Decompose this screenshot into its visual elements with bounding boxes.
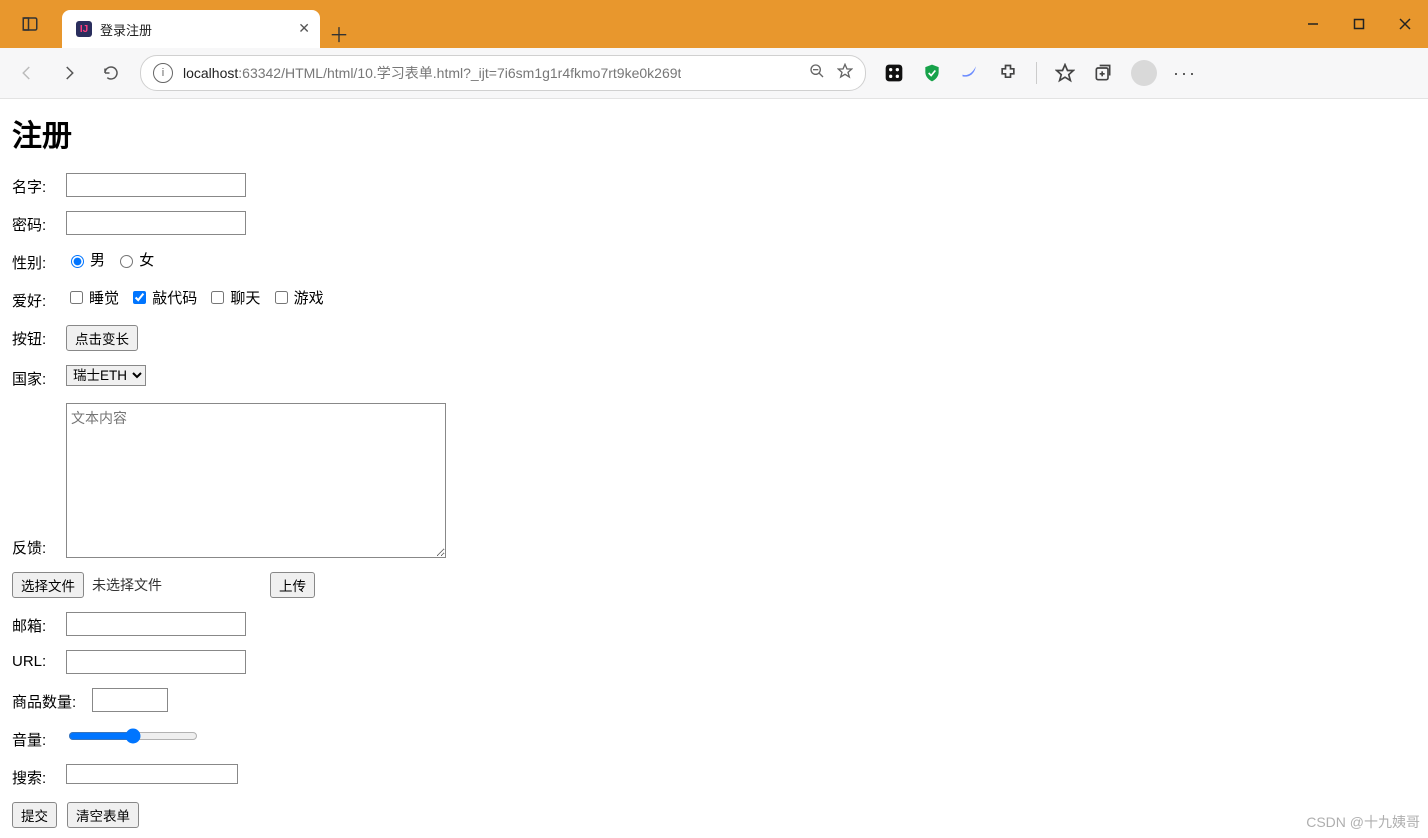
ext-bird-icon[interactable] bbox=[960, 63, 980, 83]
reload-button[interactable] bbox=[92, 54, 130, 92]
url-box[interactable]: i localhost:63342/HTML/html/10.学习表单.html… bbox=[140, 55, 866, 91]
gender-label: 性别: bbox=[12, 249, 56, 273]
maximize-button[interactable] bbox=[1336, 0, 1382, 48]
email-input[interactable] bbox=[66, 612, 246, 636]
hobby-sleep-checkbox[interactable] bbox=[70, 291, 83, 304]
search-label: 搜索: bbox=[12, 764, 56, 788]
quantity-label: 商品数量: bbox=[12, 688, 82, 712]
name-input[interactable] bbox=[66, 173, 246, 197]
hobby-code-label: 敲代码 bbox=[152, 287, 197, 308]
hobby-code-checkbox[interactable] bbox=[133, 291, 146, 304]
watermark: CSDN @十九姨哥 bbox=[1306, 812, 1420, 832]
site-info-icon[interactable]: i bbox=[153, 63, 173, 83]
feedback-label: 反馈: bbox=[12, 534, 56, 558]
favorite-icon[interactable] bbox=[837, 63, 853, 83]
address-bar: i localhost:63342/HTML/html/10.学习表单.html… bbox=[0, 48, 1428, 99]
back-button[interactable] bbox=[8, 54, 46, 92]
favorites-icon[interactable] bbox=[1055, 63, 1075, 83]
hobby-game-label: 游戏 bbox=[294, 287, 324, 308]
grow-button[interactable]: 点击变长 bbox=[66, 325, 138, 351]
upload-button[interactable]: 上传 bbox=[270, 572, 315, 598]
hobby-chat-label: 聊天 bbox=[230, 287, 260, 308]
forward-button[interactable] bbox=[50, 54, 88, 92]
reset-button[interactable]: 清空表单 bbox=[67, 802, 139, 828]
gender-male-label: 男 bbox=[90, 249, 105, 270]
search-input[interactable] bbox=[66, 764, 238, 784]
quantity-input[interactable] bbox=[92, 688, 168, 712]
volume-label: 音量: bbox=[12, 726, 56, 750]
separator bbox=[1036, 62, 1037, 84]
title-bar: IJ 登录注册 ✕ ＋ bbox=[0, 0, 1428, 48]
url-label: URL: bbox=[12, 650, 56, 670]
name-label: 名字: bbox=[12, 173, 56, 197]
url-input[interactable] bbox=[66, 650, 246, 674]
button-label: 按钮: bbox=[12, 325, 56, 349]
volume-slider[interactable] bbox=[68, 728, 198, 744]
password-input[interactable] bbox=[66, 211, 246, 235]
country-select[interactable]: 瑞士ETH bbox=[66, 365, 146, 386]
minimize-button[interactable] bbox=[1290, 0, 1336, 48]
hobby-game-checkbox[interactable] bbox=[275, 291, 288, 304]
hobby-chat-checkbox[interactable] bbox=[211, 291, 224, 304]
gender-female-radio[interactable] bbox=[120, 255, 133, 268]
choose-file-button[interactable]: 选择文件 bbox=[12, 572, 84, 598]
url-text: localhost:63342/HTML/html/10.学习表单.html?_… bbox=[183, 63, 681, 83]
feedback-textarea[interactable] bbox=[66, 403, 446, 558]
menu-icon[interactable]: ··· bbox=[1175, 63, 1195, 83]
close-window-button[interactable] bbox=[1382, 0, 1428, 48]
country-label: 国家: bbox=[12, 365, 56, 389]
email-label: 邮箱: bbox=[12, 612, 56, 636]
extensions-icon[interactable] bbox=[998, 63, 1018, 83]
profile-avatar[interactable] bbox=[1131, 60, 1157, 86]
hobby-label: 爱好: bbox=[12, 287, 56, 311]
password-label: 密码: bbox=[12, 211, 56, 235]
favicon-icon: IJ bbox=[76, 21, 92, 37]
browser-tab[interactable]: IJ 登录注册 ✕ bbox=[62, 10, 320, 48]
zoom-out-icon[interactable] bbox=[809, 63, 825, 83]
close-tab-icon[interactable]: ✕ bbox=[298, 20, 310, 37]
submit-button[interactable]: 提交 bbox=[12, 802, 57, 828]
new-tab-button[interactable]: ＋ bbox=[324, 18, 354, 48]
tab-overview-icon[interactable] bbox=[14, 8, 46, 40]
collections-icon[interactable] bbox=[1093, 63, 1113, 83]
tab-title: 登录注册 bbox=[100, 20, 152, 39]
page-title: 注册 bbox=[12, 111, 1416, 155]
gender-female-label: 女 bbox=[139, 249, 154, 270]
gender-male-radio[interactable] bbox=[71, 255, 84, 268]
hobby-sleep-label: 睡觉 bbox=[89, 287, 119, 308]
page-body: 注册 名字: 密码: 性别: 男 女 爱好: 睡觉 敲代码 聊天 游戏 bbox=[0, 99, 1428, 838]
file-status: 未选择文件 bbox=[92, 575, 162, 595]
ext-shield-icon[interactable] bbox=[922, 63, 942, 83]
ext-dice-icon[interactable] bbox=[884, 63, 904, 83]
